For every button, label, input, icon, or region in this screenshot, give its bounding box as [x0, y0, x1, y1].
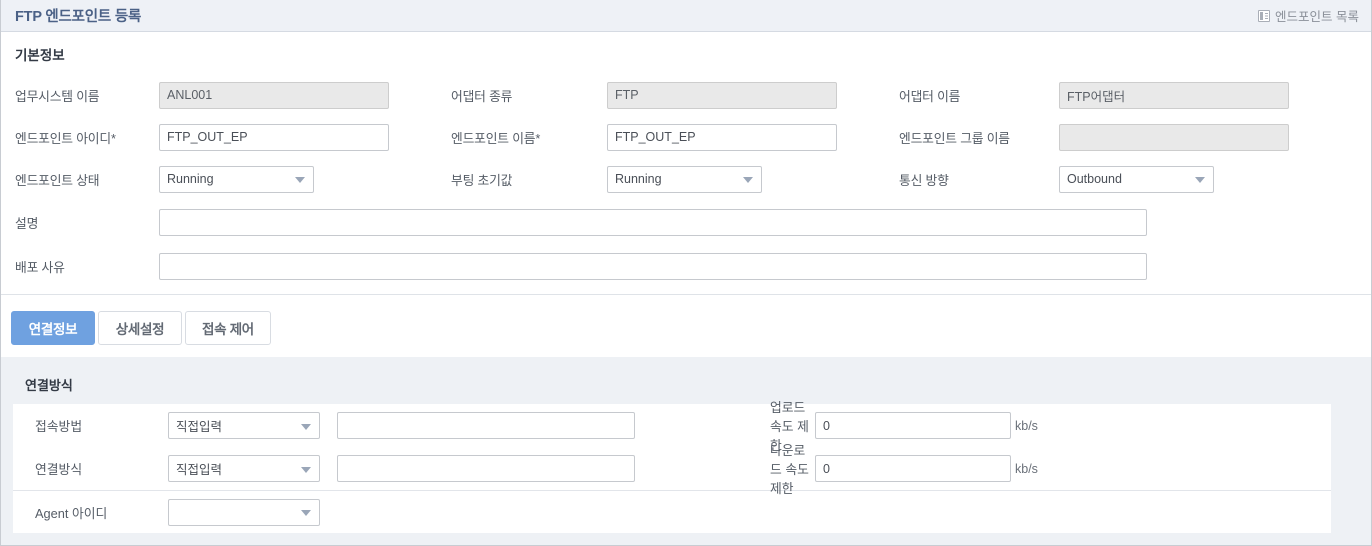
deploy-reason-label: 배포 사유: [15, 259, 65, 275]
tab-detail-settings[interactable]: 상세설정: [98, 311, 182, 345]
access-method-label: 접속방법: [35, 419, 83, 434]
agent-id-select[interactable]: [168, 498, 320, 526]
direction-select[interactable]: Outbound: [1059, 165, 1214, 193]
connection-panel: 연결방식 접속방법 직접입력 업로드 속도 제한 kb/s 연결방식 직접입력: [1, 357, 1371, 545]
basic-info-section: 기본정보 업무시스템 이름 어댑터 종류 어댑터 이름 엔드포인트 아이디* 엔…: [1, 32, 1371, 301]
connect-method-label: 연결방식: [35, 462, 83, 477]
upload-limit-input[interactable]: [815, 412, 1011, 439]
basic-info-row-1: 업무시스템 이름 어댑터 종류 어댑터 이름: [1, 74, 1371, 116]
direction-value: Outbound: [1067, 172, 1122, 186]
access-method-select[interactable]: 직접입력: [168, 412, 320, 439]
endpoint-registration-page: FTP 엔드포인트 등록 엔드포인트 목록 기본정보 업무시스템 이름 어댑터 …: [0, 0, 1372, 546]
system-name-field: [159, 81, 389, 109]
basic-info-row-3: 엔드포인트 상태 Running 부팅 초기값 Running 통신 방향 Ou…: [1, 158, 1371, 200]
adapter-name-field: [1059, 81, 1289, 109]
connect-method-row: 연결방식 직접입력 다운로드 속도 제한 kb/s: [13, 443, 1331, 496]
tab-connection-info[interactable]: 연결정보: [11, 311, 95, 345]
endpoint-list-link-label: 엔드포인트 목록: [1275, 10, 1359, 24]
connect-method-input[interactable]: [337, 455, 635, 482]
upload-limit-unit: kb/s: [1015, 418, 1038, 433]
chevron-down-icon: [743, 177, 753, 183]
download-limit-label: 다운로드 속도 제한: [770, 443, 809, 496]
adapter-type-label: 어댑터 종류: [451, 88, 513, 104]
chevron-down-icon: [301, 510, 311, 516]
adapter-name-label: 어댑터 이름: [899, 88, 961, 104]
endpoint-name-label: 엔드포인트 이름*: [451, 130, 541, 146]
deploy-reason-row: 배포 사유: [1, 244, 1371, 288]
chevron-down-icon: [301, 466, 311, 473]
boot-default-select[interactable]: Running: [607, 165, 762, 193]
description-row: 설명: [1, 200, 1371, 244]
boot-default-value: Running: [615, 172, 662, 186]
page-header: FTP 엔드포인트 등록 엔드포인트 목록: [1, 0, 1371, 32]
connect-method-value: 직접입력: [176, 463, 223, 477]
deploy-reason-input[interactable]: [159, 252, 1147, 280]
tab-bar: 연결정보 상세설정 접속 제어: [1, 301, 1371, 345]
system-name-label: 업무시스템 이름: [15, 88, 100, 104]
chevron-down-icon: [301, 423, 311, 430]
endpoint-group-label: 엔드포인트 그룹 이름: [899, 130, 1010, 146]
tab-access-control[interactable]: 접속 제어: [185, 311, 271, 345]
adapter-type-field: [607, 81, 837, 109]
chevron-down-icon: [295, 177, 305, 183]
access-method-value: 직접입력: [176, 420, 223, 434]
chevron-down-icon: [1195, 177, 1205, 183]
boot-default-label: 부팅 초기값: [451, 172, 513, 188]
page-title: FTP 엔드포인트 등록: [15, 9, 142, 25]
endpoint-id-label: 엔드포인트 아이디*: [15, 130, 116, 146]
agent-id-label: Agent 아이디: [35, 505, 108, 521]
download-limit-unit: kb/s: [1015, 461, 1038, 476]
direction-label: 통신 방향: [899, 172, 949, 188]
section-divider: [1, 294, 1371, 295]
endpoint-state-label: 엔드포인트 상태: [15, 172, 100, 188]
download-limit-input[interactable]: [815, 455, 1011, 482]
connect-method-select[interactable]: 직접입력: [168, 455, 320, 482]
endpoint-state-select[interactable]: Running: [159, 165, 314, 193]
basic-info-row-2: 엔드포인트 아이디* 엔드포인트 이름* 엔드포인트 그룹 이름: [1, 116, 1371, 158]
connection-panel-body: 접속방법 직접입력 업로드 속도 제한 kb/s 연결방식 직접입력 다운로드 …: [13, 400, 1331, 533]
description-label: 설명: [15, 215, 39, 231]
endpoint-group-field: [1059, 123, 1289, 151]
endpoint-list-link[interactable]: 엔드포인트 목록: [1258, 6, 1359, 25]
basic-info-title: 기본정보: [15, 48, 65, 63]
access-method-input[interactable]: [337, 412, 635, 439]
endpoint-state-value: Running: [167, 172, 214, 186]
endpoint-id-input[interactable]: [159, 123, 389, 151]
description-input[interactable]: [159, 208, 1147, 236]
list-icon: [1258, 9, 1271, 22]
endpoint-name-input[interactable]: [607, 123, 837, 151]
